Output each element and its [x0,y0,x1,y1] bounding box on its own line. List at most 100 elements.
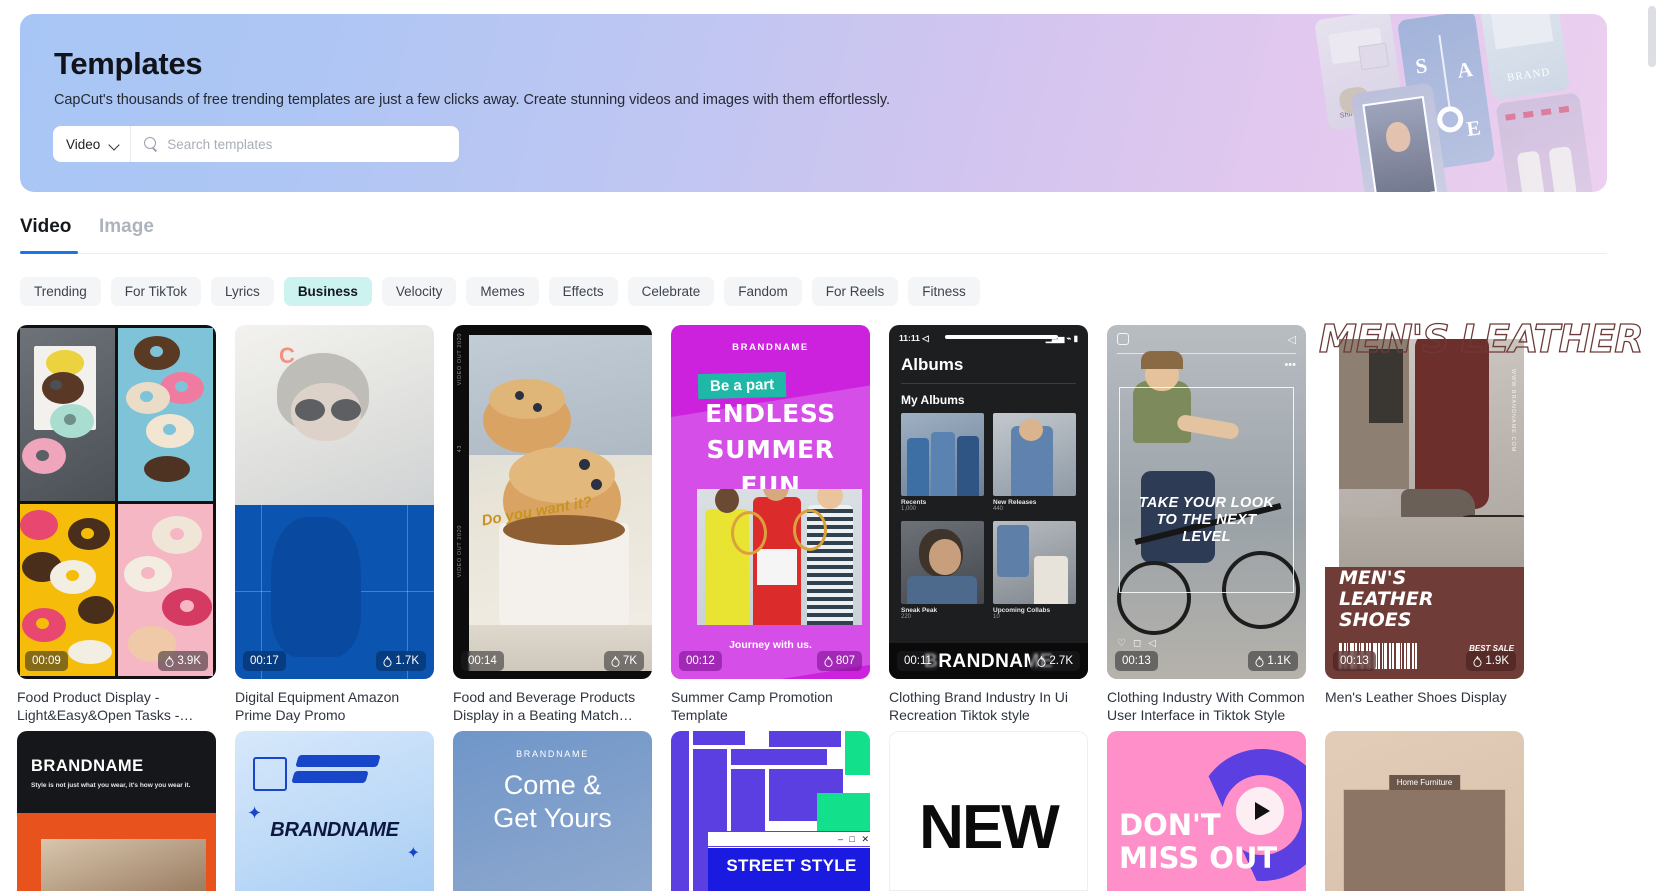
shoes-site: WWW.BRANDNAME.COM [1510,369,1516,453]
scrollbar-thumb[interactable] [1648,6,1656,67]
template-title: Clothing Brand Industry In Ui Recreation… [889,689,1068,723]
template-card[interactable]: BRANDNAME ✦ ✦ [235,731,434,891]
camera-icon [1117,333,1129,345]
template-thumbnail[interactable]: BRANDNAME Be a part ENDLESS SUMMER FUN J… [671,325,870,679]
summer-tag: Be a part [697,371,787,400]
swoosh-1 [295,755,381,767]
shoes-line3: SHOES [1339,609,1412,631]
shoes-photo: WWW.BRANDNAME.COM [1339,339,1524,591]
chip-fitness[interactable]: Fitness [908,277,980,306]
template-card[interactable]: 00:09 3.9K Food Product Display - Light&… [17,325,216,724]
summer-line2: SUMMER [706,435,835,464]
page-title: Templates [54,46,203,81]
template-card[interactable]: VIDEO OUT 2020 43 VIDEO OUT 2020 Do you … [453,325,652,724]
summer-poster: BRANDNAME Be a part ENDLESS SUMMER FUN J… [671,325,870,679]
chip-for-reels[interactable]: For Reels [811,277,899,306]
chip-fandom[interactable]: Fandom [724,277,802,306]
template-thumbnail[interactable]: BRANDNAME Come & Get Yours [453,731,652,891]
template-card[interactable]: C 00:17 1.7K Digital Equipment Amazon Pr… [235,325,434,724]
tab-video-label: Video [20,216,72,237]
album-item[interactable]: Recents 1,000 [901,413,984,512]
chip-lyrics[interactable]: Lyrics [211,277,274,306]
template-card[interactable]: DON'T MISS OUT [1107,731,1306,891]
template-thumbnail[interactable]: DON'T MISS OUT [1107,731,1306,891]
chip-effects[interactable]: Effects [548,277,618,306]
album-item[interactable]: Sneak Peak 220 [901,521,984,620]
collage-sale-letter-a: A [1455,56,1475,83]
category-chips: Trending For TikTok Lyrics Business Velo… [20,277,980,306]
template-thumbnail[interactable]: – □ ✕ STREET STYLE [671,731,870,891]
media-type-value: Video [66,136,101,152]
send-icon: ◁ [1287,334,1296,346]
collage-sale-letter-s: S [1413,53,1429,79]
tab-image[interactable]: Image [99,216,154,238]
play-icon[interactable] [1236,787,1284,835]
uses-badge: 3.9K [158,651,208,671]
cyclist-line1: TAKE YOUR LOOK [1138,495,1275,511]
tab-video[interactable]: Video [20,216,71,238]
template-thumbnail[interactable]: BRANDNAME Style is not just what you wea… [17,731,216,891]
hero-banner: Templates CapCut's thousands of free tre… [20,14,1607,192]
flame-icon [383,655,392,667]
template-card[interactable]: ◁ ••• TAKE YOUR LOOK TO THE NEXT LEVEL ♡… [1107,325,1306,724]
scrollbar-track[interactable] [1645,0,1659,891]
search-field [131,136,459,152]
shoes-line1: MEN'S [1339,567,1407,589]
template-thumbnail[interactable]: 11:11 ◁ ▁▃▅ ⌁ ▮ Albums My Albums Recents… [889,325,1088,679]
collage-sale-letter-e: E [1465,115,1483,142]
cyclist-line2: TO THE NEXT [1156,512,1257,528]
template-card[interactable]: NEW [889,731,1088,891]
template-thumbnail[interactable]: 00:09 3.9K [17,325,216,679]
collage-brand-label: BRAND [1506,66,1552,85]
sparkle-icon: ✦ [406,845,420,862]
chip-celebrate[interactable]: Celebrate [627,277,715,306]
shoes-headline: MEN'S LEATHER SHOES [1339,568,1516,631]
film-side-top: VIDEO OUT 2020 [457,333,463,386]
row2-line2: MISS OUT [1119,841,1278,875]
uses-badge: 1.1K [1248,651,1298,671]
album-item[interactable]: New Releases 440 [993,413,1076,512]
template-thumbnail[interactable]: WWW.BRANDNAME.COM MEN'S LEATHER SHOES BE… [1318,316,1644,679]
chip-trending[interactable]: Trending [20,277,101,306]
template-card[interactable]: BRANDNAME Come & Get Yours [453,731,652,891]
template-title: Food and Beverage Products Display in a … [453,689,636,723]
divider [901,383,1076,384]
row2-headline: Come & Get Yours [453,769,652,835]
template-title: Men's Leather Shoes Display [1325,689,1507,705]
template-thumbnail[interactable]: BRANDNAME ✦ ✦ [235,731,434,891]
template-title: Food Product Display - Light&Easy&Open T… [17,689,194,723]
chip-for-tiktok[interactable]: For TikTok [110,277,202,306]
template-card[interactable]: 11:11 ◁ ▁▃▅ ⌁ ▮ Albums My Albums Recents… [889,325,1088,724]
template-thumbnail[interactable]: Home Furniture [1325,731,1524,891]
search-input[interactable] [167,136,459,152]
chip-memes[interactable]: Memes [466,277,539,306]
media-type-select[interactable]: Video [53,126,132,162]
album-count: 10 [993,614,1000,620]
album-item[interactable]: Upcoming Collabs 10 [993,521,1076,620]
template-thumbnail[interactable]: C 00:17 1.7K [235,325,434,679]
template-card[interactable]: BRANDNAME Style is not just what you wea… [17,731,216,891]
album-name: Recents [901,499,927,506]
comment-icon: ◻ [1132,638,1142,649]
album-count: 1,000 [901,506,917,512]
flame-icon [1255,655,1264,667]
template-thumbnail[interactable]: ◁ ••• TAKE YOUR LOOK TO THE NEXT LEVEL ♡… [1107,325,1306,679]
template-card[interactable]: WWW.BRANDNAME.COM MEN'S LEATHER SHOES BE… [1318,316,1644,724]
flame-icon [1473,655,1482,667]
page-subtitle: CapCut's thousands of free trending temp… [54,92,891,108]
status-time: 11:11 [899,333,920,343]
template-card[interactable]: BRANDNAME Be a part ENDLESS SUMMER FUN J… [671,325,870,724]
shoes-poster: WWW.BRANDNAME.COM MEN'S LEATHER SHOES BE… [1325,325,1524,679]
window-controls[interactable]: – □ ✕ [708,832,870,847]
template-card[interactable]: Home Furniture [1325,731,1524,891]
albums-ui: 11:11 ◁ ▁▃▅ ⌁ ▮ Albums My Albums Recents… [889,325,1088,679]
template-thumbnail[interactable]: VIDEO OUT 2020 43 VIDEO OUT 2020 Do you … [453,325,652,679]
chip-business[interactable]: Business [283,277,372,306]
template-thumbnail[interactable]: NEW [889,731,1088,891]
row2-title: STREET STYLE [708,848,870,891]
template-card[interactable]: – □ ✕ STREET STYLE [671,731,870,891]
row2-brand: BRANDNAME [516,749,589,759]
chip-velocity[interactable]: Velocity [381,277,457,306]
template-grid: 00:09 3.9K Food Product Display - Light&… [17,316,1644,724]
hero-collage: Shines like you S A L E BRAND [1274,14,1607,192]
